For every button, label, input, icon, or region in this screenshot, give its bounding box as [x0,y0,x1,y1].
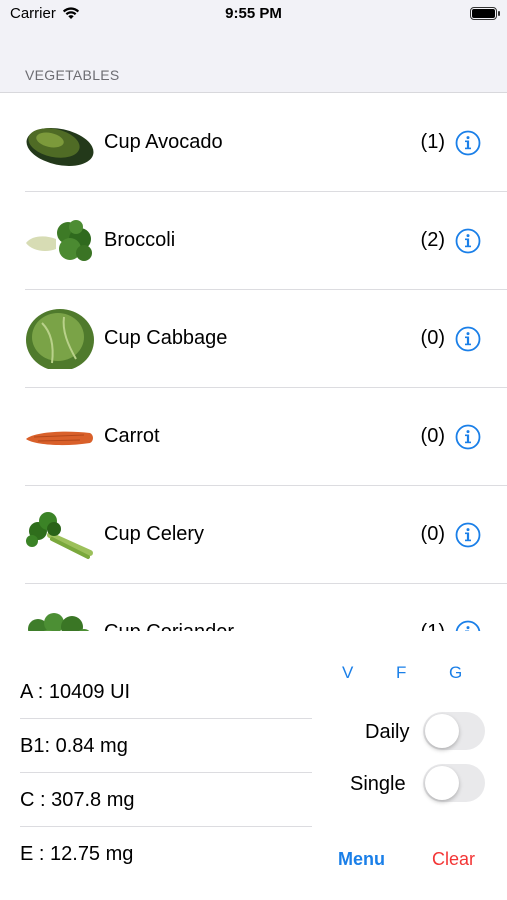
nutrient-divider [20,772,312,773]
info-icon[interactable] [455,228,481,254]
info-icon[interactable] [455,424,481,450]
vegetable-count: (0) [420,523,445,545]
single-label: Single [350,773,406,795]
vegetable-row[interactable]: Cup Avocado (1) [0,94,507,192]
vegetable-count: (1) [420,131,445,153]
status-bar: Carrier 9:55 PM [0,0,507,28]
celery-icon [26,512,93,559]
nutrient-divider [20,718,312,719]
nutrient-a: A : 10409 UI [20,681,131,703]
vegetable-count: (2) [420,229,445,251]
vegetable-row[interactable]: Cup Cabbage (0) [0,290,507,388]
battery-icon [470,7,500,20]
daily-toggle[interactable] [423,712,485,750]
vegetable-count: (1) [421,621,445,631]
nutrient-e: E : 12.75 mg [20,843,134,865]
menu-button[interactable]: Menu [338,849,385,870]
vegetable-name: Cup Celery [104,523,205,545]
vegetable-name: Cup Coriander [104,621,234,631]
cabbage-icon [26,309,94,369]
daily-label: Daily [365,721,410,743]
coriander-icon [28,613,90,631]
category-button-g[interactable]: G [449,663,462,683]
carrot-icon [26,431,93,446]
info-icon[interactable] [455,326,481,352]
vegetable-name: Cup Cabbage [104,327,228,349]
vegetable-count: (0) [420,425,445,447]
info-icon[interactable] [455,130,481,156]
toggle-knob [425,766,459,800]
toggle-knob [425,714,459,748]
vegetable-table[interactable]: Cup Avocado (1) Broccoli (2) Cup Cabbage… [0,94,507,631]
vegetable-name: Broccoli [104,229,176,251]
section-header: VEGETABLES [25,67,120,83]
vegetable-name: Cup Avocado [104,131,223,153]
category-button-f[interactable]: F [396,663,406,683]
vegetable-name: Carrot [104,425,160,447]
clear-button[interactable]: Clear [432,849,475,870]
info-icon[interactable] [455,620,481,631]
category-button-v[interactable]: V [342,663,353,683]
nutrient-divider [20,826,312,827]
info-icon[interactable] [455,522,481,548]
vegetable-row[interactable]: Carrot (0) [0,388,507,486]
nutrient-b1: B1: 0.84 mg [20,735,128,757]
vegetable-row[interactable]: Cup Coriander (1) [0,584,507,631]
status-time: 9:55 PM [225,5,282,22]
single-toggle[interactable] [423,764,485,802]
broccoli-icon [26,220,92,261]
vegetable-count: (0) [420,327,445,349]
vegetable-row[interactable]: Broccoli (2) [0,192,507,290]
nutrient-c: C : 307.8 mg [20,789,135,811]
header-background: Carrier 9:55 PM VEGETABLES [0,0,507,93]
nutrition-panel: A : 10409 UI B1: 0.84 mg C : 307.8 mg E … [0,631,507,900]
avocado-icon [26,128,94,166]
vegetable-row[interactable]: Cup Celery (0) [0,486,507,584]
